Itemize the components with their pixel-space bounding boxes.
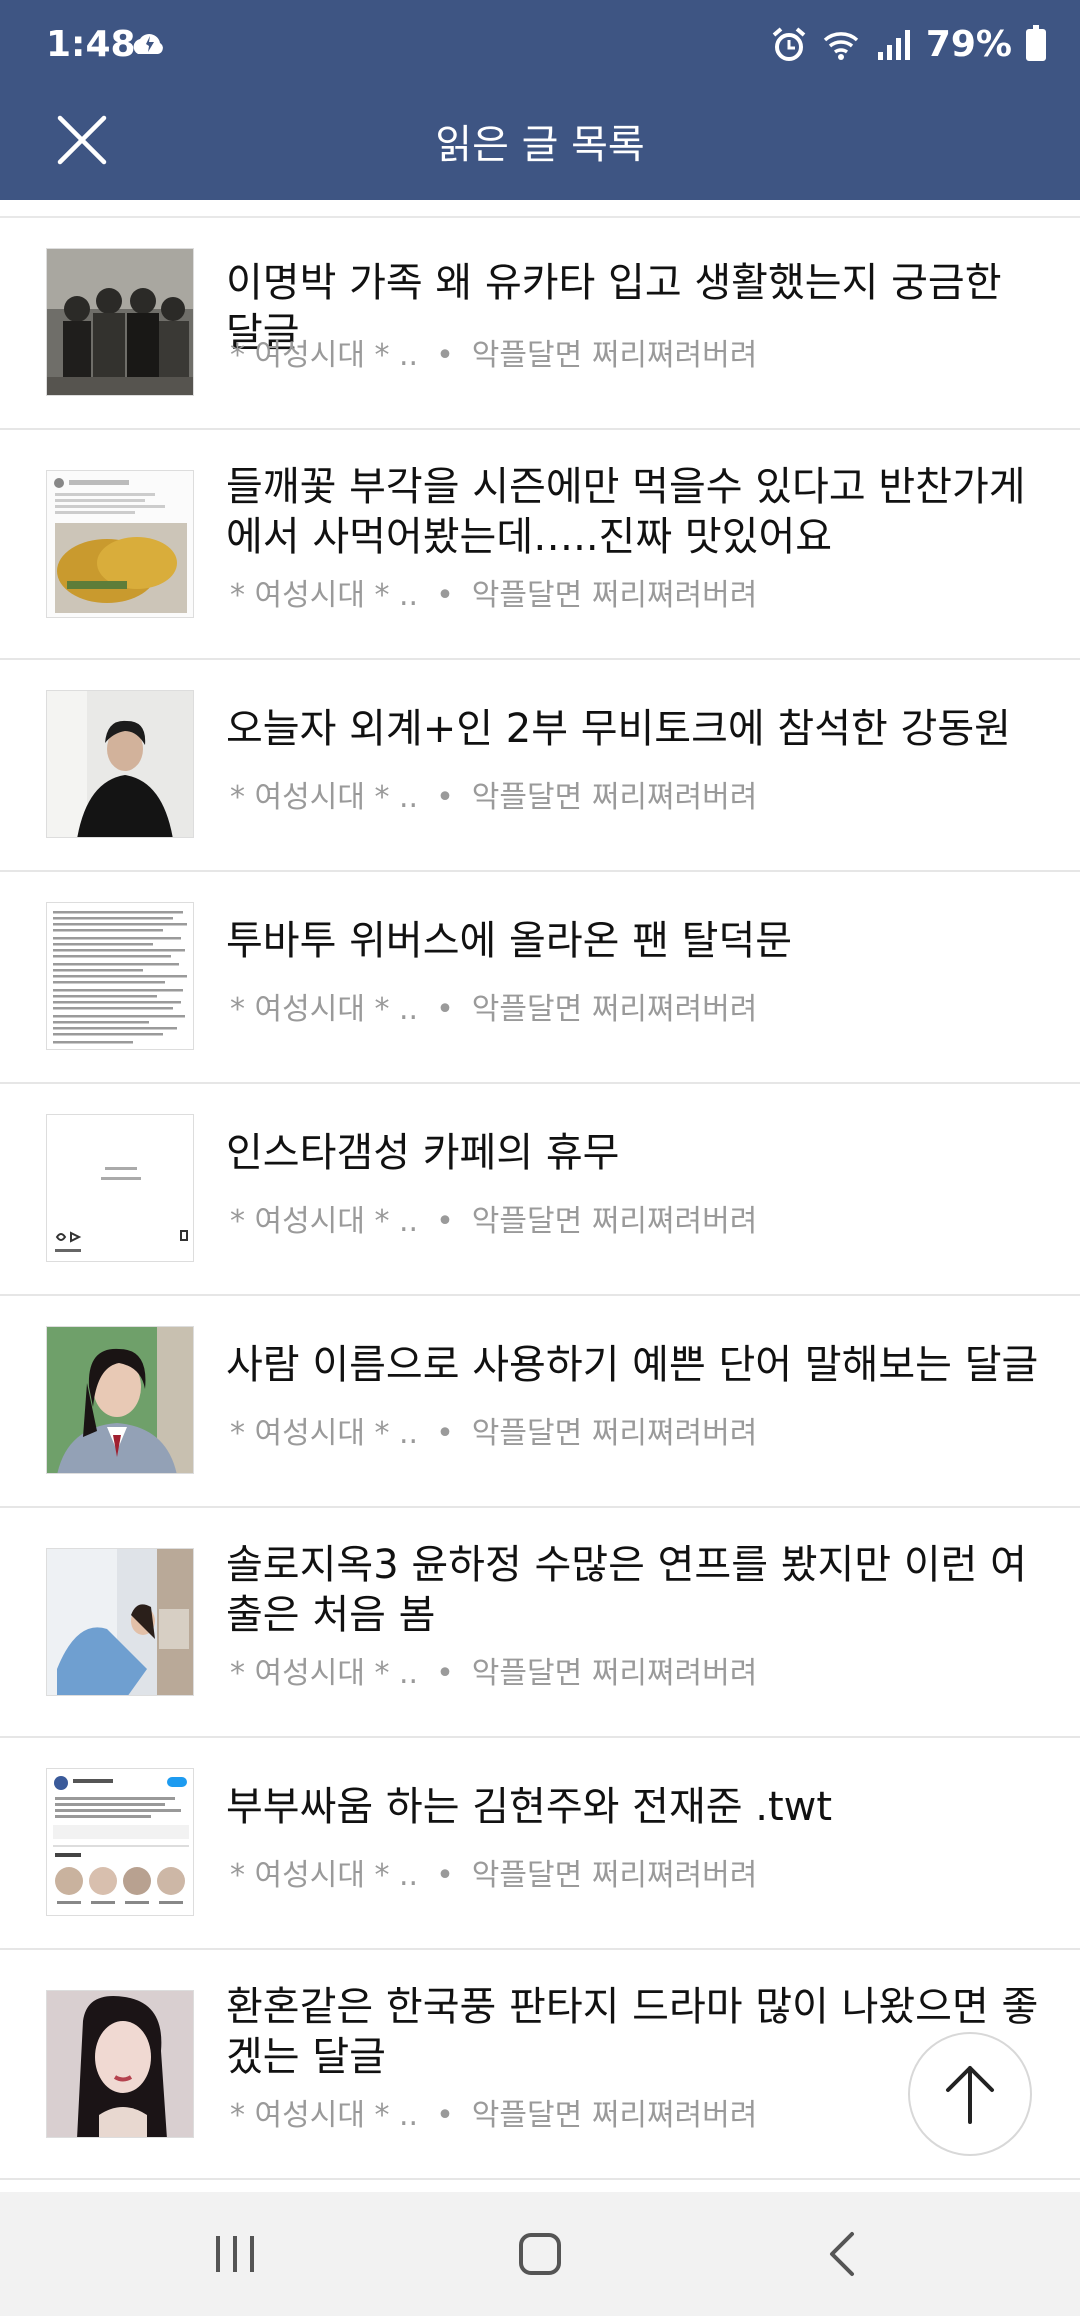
system-nav-bar xyxy=(0,2192,1080,2316)
list-item[interactable]: 이명박 가족 왜 유카타 입고 생활했는지 궁금한 달글 * 여성시대 * ..… xyxy=(0,218,1080,430)
alarm-icon xyxy=(772,26,806,61)
list-item[interactable]: 인스타갬성 카페의 휴무 * 여성시대 * .. • 악플달면 쩌리쪄려버려 xyxy=(0,1084,1080,1296)
status-bar: 1:48 79% xyxy=(0,0,1080,95)
post-title: 사람 이름으로 사용하기 예쁜 단어 말해보는 달글 xyxy=(226,1342,1039,1388)
battery-icon xyxy=(1026,24,1046,61)
post-title: 오늘자 외계+인 2부 무비토크에 참석한 강동원 xyxy=(226,706,1011,752)
thumbnail-image xyxy=(46,1990,194,2138)
post-meta: * 여성시대 * .. • 악플달면 쩌리쪄려버려 xyxy=(230,2098,758,2133)
recents-icon[interactable] xyxy=(200,2222,270,2286)
board-name: * 여성시대 * .. xyxy=(230,1204,419,1239)
post-title: 솔로지옥3 윤하정 수많은 연프를 봤지만 이런 여출은 처음 봄 xyxy=(226,1542,1027,1638)
list-item[interactable]: 솔로지옥3 윤하정 수많은 연프를 봤지만 이런 여출은 처음 봄 * 여성시대… xyxy=(0,1508,1080,1738)
author-name: 악플달면 쩌리쪄려버려 xyxy=(471,1416,758,1451)
board-name: * 여성시대 * .. xyxy=(230,578,419,613)
board-name: * 여성시대 * .. xyxy=(230,992,419,1027)
status-right: 79% xyxy=(770,24,1046,65)
thumbnail-image xyxy=(46,470,194,618)
author-name: 악플달면 쩌리쪄려버려 xyxy=(471,1204,758,1239)
post-meta: * 여성시대 * .. • 악플달면 쩌리쪄려버려 xyxy=(230,1656,758,1691)
board-name: * 여성시대 * .. xyxy=(230,780,419,815)
board-name: * 여성시대 * .. xyxy=(230,1858,419,1893)
author-name: 악플달면 쩌리쪄려버려 xyxy=(471,2098,758,2133)
author-name: 악플달면 쩌리쪄려버려 xyxy=(471,1858,758,1893)
list-item[interactable]: 사람 이름으로 사용하기 예쁜 단어 말해보는 달글 * 여성시대 * .. • 악… xyxy=(0,1296,1080,1508)
post-meta: * 여성시대 * .. • 악플달면 쩌리쪄려버려 xyxy=(230,338,758,373)
list-item[interactable]: 투바투 위버스에 올라온 팬 탈덕문 * 여성시대 * .. • 악플달면 쩌리쪄려… xyxy=(0,872,1080,1084)
battery-percent: 79% xyxy=(925,24,1012,65)
list-item[interactable]: 들깨꽃 부각을 시즌에만 먹을수 있다고 반찬가게에서 사먹어봤는데…..진짜 … xyxy=(0,430,1080,660)
author-name: 악플달면 쩌리쪄려버려 xyxy=(471,578,758,613)
post-meta: * 여성시대 * .. • 악플달면 쩌리쪄려버려 xyxy=(230,1858,758,1893)
signal-icon xyxy=(877,29,910,60)
post-title: 투바투 위버스에 올라온 팬 탈덕문 xyxy=(226,918,793,964)
wifi-icon xyxy=(823,31,858,60)
board-name: * 여성시대 * .. xyxy=(230,1656,419,1691)
board-name: * 여성시대 * .. xyxy=(230,1416,419,1451)
arrow-up-icon xyxy=(946,2066,994,2124)
thumbnail-image xyxy=(46,902,194,1050)
post-title: 들깨꽃 부각을 시즌에만 먹을수 있다고 반찬가게에서 사먹어봤는데…..진짜 … xyxy=(226,464,1026,560)
list-item[interactable]: 오늘자 외계+인 2부 무비토크에 참석한 강동원 * 여성시대 * .. • 악플… xyxy=(0,660,1080,872)
thumbnail-image xyxy=(46,1114,194,1262)
author-name: 악플달면 쩌리쪄려버려 xyxy=(471,780,758,815)
weather-icon xyxy=(133,34,163,54)
post-title: 부부싸움 하는 김현주와 전재준 .twt xyxy=(226,1784,833,1830)
page-title: 읽은 글 목록 xyxy=(435,122,645,168)
author-name: 악플달면 쩌리쪄려버려 xyxy=(471,992,758,1027)
post-meta: * 여성시대 * .. • 악플달면 쩌리쪄려버려 xyxy=(230,780,758,815)
board-name: * 여성시대 * .. xyxy=(230,338,419,373)
thumbnail-image xyxy=(46,1326,194,1474)
post-meta: * 여성시대 * .. • 악플달면 쩌리쪄려버려 xyxy=(230,578,758,613)
thumbnail-image xyxy=(46,1768,194,1916)
post-meta: * 여성시대 * .. • 악플달면 쩌리쪄려버려 xyxy=(230,992,758,1027)
post-meta: * 여성시대 * .. • 악플달면 쩌리쪄려버려 xyxy=(230,1416,758,1451)
post-meta: * 여성시대 * .. • 악플달면 쩌리쪄려버려 xyxy=(230,1204,758,1239)
list-item[interactable]: 부부싸움 하는 김현주와 전재준 .twt * 여성시대 * .. • 악플달면 쩌… xyxy=(0,1738,1080,1950)
board-name: * 여성시대 * .. xyxy=(230,2098,419,2133)
author-name: 악플달면 쩌리쪄려버려 xyxy=(471,338,758,373)
back-icon[interactable] xyxy=(808,2222,878,2286)
home-icon[interactable] xyxy=(505,2222,575,2286)
thumbnail-image xyxy=(46,1548,194,1696)
post-title: 인스타갬성 카페의 휴무 xyxy=(226,1130,620,1176)
status-time: 1:48 xyxy=(46,24,136,65)
author-name: 악플달면 쩌리쪄려버려 xyxy=(471,1656,758,1691)
thumbnail-image xyxy=(46,248,194,396)
app-header: 1:48 79% 읽은 글 목록 xyxy=(0,0,1080,200)
read-posts-list[interactable]: 이명박 가족 왜 유카타 입고 생활했는지 궁금한 달글 * 여성시대 * ..… xyxy=(0,200,1080,2192)
scroll-top-button[interactable] xyxy=(908,2032,1032,2156)
thumbnail-image xyxy=(46,690,194,838)
